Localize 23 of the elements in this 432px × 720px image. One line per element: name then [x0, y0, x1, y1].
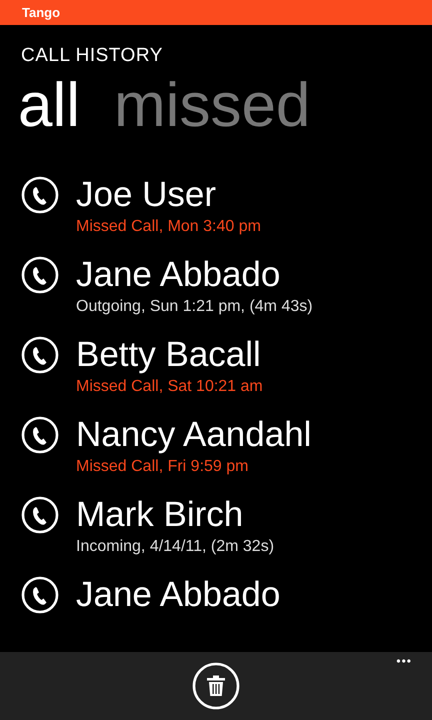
phone-icon: [21, 496, 59, 534]
app-name: Tango: [22, 5, 60, 20]
phone-icon: [21, 576, 59, 614]
contact-name[interactable]: Jane Abbado: [76, 573, 280, 617]
call-detail: Missed Call, Sat 10:21 am: [76, 377, 264, 397]
page-title: CALL HISTORY: [21, 45, 164, 67]
contact-name[interactable]: Betty Bacall: [76, 333, 261, 377]
phone-icon: [21, 256, 59, 294]
call-detail: Outgoing, Sun 1:21 pm, (4m 43s): [76, 297, 314, 317]
more-button[interactable]: •••: [396, 654, 412, 668]
call-detail: Missed Call, Fri 9:59 pm: [76, 457, 250, 477]
call-detail: Missed Call, Mon 3:40 pm: [76, 217, 262, 237]
pivot-tab[interactable]: missed: [114, 71, 310, 141]
contact-name[interactable]: Mark Birch: [76, 493, 244, 537]
phone-icon: [21, 176, 59, 214]
contact-name[interactable]: Jane Abbado: [76, 253, 280, 297]
contact-name[interactable]: Joe User: [76, 173, 216, 217]
delete-button[interactable]: [191, 661, 241, 711]
phone-icon: [21, 416, 59, 454]
pivot-tab[interactable]: all: [18, 71, 80, 141]
phone-icon: [21, 336, 59, 374]
call-detail: Incoming, 4/14/11, (2m 32s): [76, 537, 276, 557]
contact-name[interactable]: Nancy Aandahl: [76, 413, 312, 457]
